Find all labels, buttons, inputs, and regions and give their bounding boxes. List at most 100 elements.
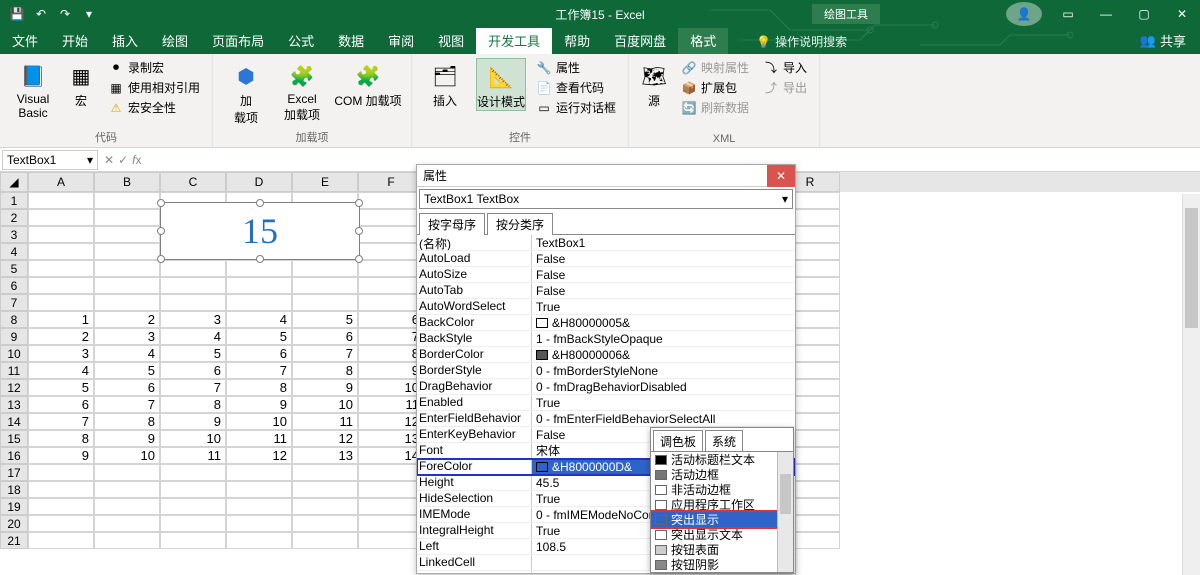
chevron-down-icon[interactable]: ▾ <box>87 153 93 167</box>
qat-more-icon[interactable]: ▾ <box>78 3 100 25</box>
cell[interactable] <box>28 243 94 260</box>
row-header[interactable]: 5 <box>0 260 28 277</box>
object-selector[interactable]: TextBox1 TextBox▾ <box>419 189 793 209</box>
cell[interactable] <box>94 260 160 277</box>
cell[interactable]: 8 <box>160 396 226 413</box>
cell[interactable]: 5 <box>292 311 358 328</box>
tab-insert[interactable]: 插入 <box>100 27 150 54</box>
cell[interactable]: 9 <box>226 396 292 413</box>
color-option[interactable]: 突出显示 <box>651 512 793 527</box>
row-header[interactable]: 11 <box>0 362 28 379</box>
property-row[interactable]: BackColor&H80000005& <box>417 315 795 331</box>
cell[interactable]: 5 <box>28 379 94 396</box>
cell[interactable] <box>358 243 424 260</box>
popup-scrollbar[interactable] <box>777 452 793 572</box>
cell[interactable] <box>358 294 424 311</box>
cancel-icon[interactable]: ✕ <box>104 153 114 167</box>
user-avatar-icon[interactable]: 👤 <box>1006 2 1042 26</box>
column-header[interactable]: A <box>28 172 94 192</box>
tab-layout[interactable]: 页面布局 <box>200 27 276 54</box>
row-header[interactable]: 7 <box>0 294 28 311</box>
cell[interactable]: 4 <box>94 345 160 362</box>
tab-file[interactable]: 文件 <box>0 27 50 54</box>
color-option[interactable]: 按钮表面 <box>651 542 793 557</box>
property-row[interactable]: BackStyle1 - fmBackStyleOpaque <box>417 331 795 347</box>
cell[interactable]: 4 <box>226 311 292 328</box>
cell[interactable]: 7 <box>226 362 292 379</box>
cell[interactable]: 10 <box>226 413 292 430</box>
color-option[interactable]: 按钮阴影 <box>651 557 793 572</box>
cell[interactable]: 6 <box>94 379 160 396</box>
cell[interactable]: 10 <box>94 447 160 464</box>
cell[interactable] <box>28 192 94 209</box>
row-header[interactable]: 18 <box>0 481 28 498</box>
cell[interactable] <box>94 243 160 260</box>
cell[interactable]: 7 <box>160 379 226 396</box>
cell[interactable]: 10 <box>358 379 424 396</box>
run-dialog-button[interactable]: ▭运行对话框 <box>532 98 620 117</box>
cell[interactable] <box>160 532 226 549</box>
xml-import-button[interactable]: ⤵导入 <box>759 58 811 77</box>
scrollbar-thumb[interactable] <box>1185 208 1198 328</box>
tab-palette[interactable]: 调色板 <box>653 430 703 452</box>
cell[interactable] <box>94 226 160 243</box>
cell[interactable] <box>358 277 424 294</box>
cell[interactable]: 11 <box>226 430 292 447</box>
tab-review[interactable]: 审阅 <box>376 27 426 54</box>
column-header[interactable]: B <box>94 172 160 192</box>
cell[interactable] <box>358 260 424 277</box>
row-header[interactable]: 6 <box>0 277 28 294</box>
tab-alphabetic[interactable]: 按字母序 <box>419 213 485 235</box>
cell[interactable] <box>28 515 94 532</box>
cell[interactable]: 4 <box>160 328 226 345</box>
tell-me[interactable]: 💡操作说明搜索 <box>748 29 855 54</box>
ribbon-display-icon[interactable]: ▭ <box>1050 2 1086 26</box>
color-option[interactable]: 非活动边框 <box>651 482 793 497</box>
cell[interactable] <box>292 277 358 294</box>
close-window-icon[interactable]: ✕ <box>1164 2 1200 26</box>
row-header[interactable]: 12 <box>0 379 28 396</box>
resize-handle[interactable] <box>355 255 363 263</box>
cell[interactable] <box>28 277 94 294</box>
cell[interactable]: 10 <box>160 430 226 447</box>
cell[interactable]: 10 <box>292 396 358 413</box>
color-option[interactable]: 突出显示文本 <box>651 527 793 542</box>
column-header[interactable]: E <box>292 172 358 192</box>
vertical-scrollbar[interactable] <box>1182 194 1200 575</box>
property-row[interactable]: AutoSizeFalse <box>417 267 795 283</box>
cell[interactable] <box>358 192 424 209</box>
excel-addins-button[interactable]: 🧩Excel 加载项 <box>277 58 327 123</box>
resize-handle[interactable] <box>355 227 363 235</box>
maximize-icon[interactable]: ▢ <box>1126 2 1162 26</box>
select-all-corner[interactable]: ◢ <box>0 172 28 192</box>
cell[interactable]: 6 <box>292 328 358 345</box>
cell[interactable] <box>160 498 226 515</box>
tab-help[interactable]: 帮助 <box>552 27 602 54</box>
cell[interactable]: 8 <box>226 379 292 396</box>
row-header[interactable]: 17 <box>0 464 28 481</box>
chevron-down-icon[interactable]: ▾ <box>782 192 788 206</box>
row-header[interactable]: 13 <box>0 396 28 413</box>
row-header[interactable]: 10 <box>0 345 28 362</box>
resize-handle[interactable] <box>256 199 264 207</box>
cell[interactable] <box>292 498 358 515</box>
row-header[interactable]: 21 <box>0 532 28 549</box>
cell[interactable] <box>160 260 226 277</box>
cell[interactable] <box>358 226 424 243</box>
tab-format[interactable]: 格式 <box>678 27 728 54</box>
tab-baidu[interactable]: 百度网盘 <box>602 27 678 54</box>
formula-input[interactable] <box>145 158 1200 162</box>
resize-handle[interactable] <box>157 199 165 207</box>
resize-handle[interactable] <box>256 255 264 263</box>
cell[interactable]: 8 <box>292 362 358 379</box>
color-option[interactable]: 应用程序工作区 <box>651 497 793 512</box>
color-option[interactable]: 活动标题栏文本 <box>651 452 793 467</box>
cell[interactable] <box>358 481 424 498</box>
cell[interactable]: 12 <box>226 447 292 464</box>
cell[interactable]: 13 <box>358 430 424 447</box>
cell[interactable]: 7 <box>358 328 424 345</box>
resize-handle[interactable] <box>355 199 363 207</box>
cell[interactable] <box>94 464 160 481</box>
resize-handle[interactable] <box>157 255 165 263</box>
cell[interactable]: 3 <box>160 311 226 328</box>
